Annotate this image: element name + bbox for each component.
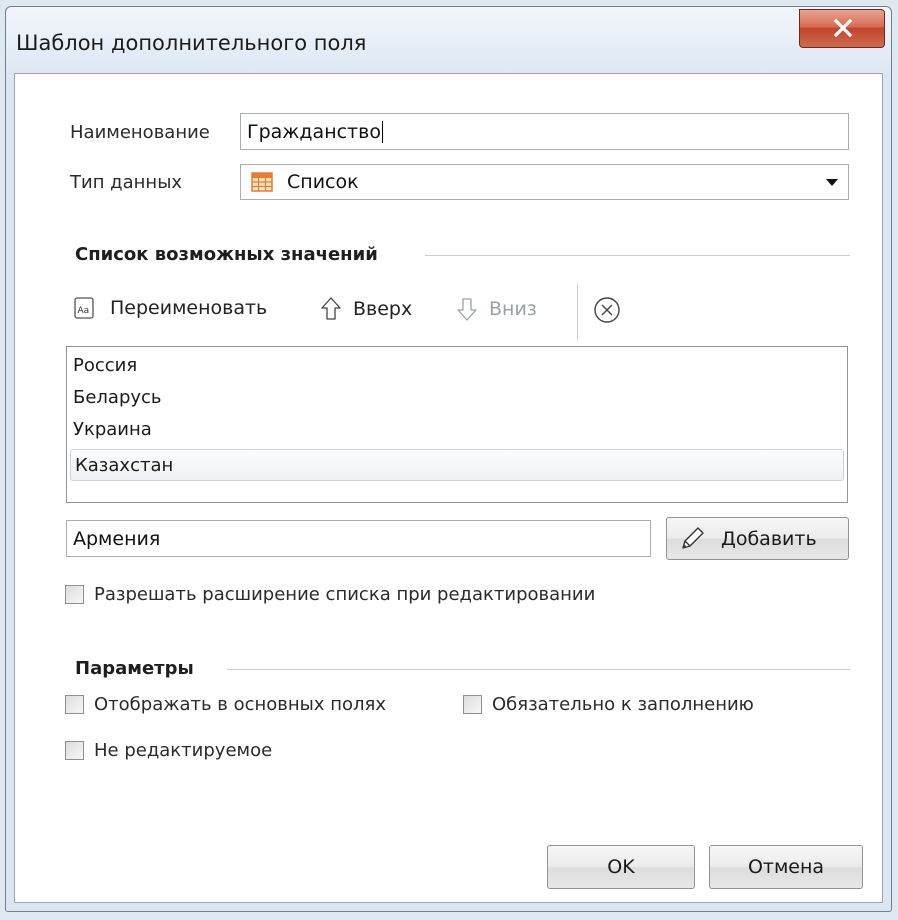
list-item[interactable]: Украина (73, 419, 152, 440)
list-item[interactable]: Беларусь (73, 387, 162, 408)
readonly-label: Не редактируемое (94, 740, 273, 761)
dialog-content: Наименование Гражданство Тип данных Спис… (14, 73, 883, 903)
close-x-icon (833, 19, 853, 37)
params-section-title: Параметры (75, 658, 194, 679)
grid-list-icon (251, 172, 273, 192)
allow-extend-checkbox[interactable] (65, 585, 84, 604)
ok-button-label: OK (607, 856, 635, 878)
type-dropdown-value: Список (287, 171, 359, 193)
name-label: Наименование (70, 122, 210, 143)
new-value-input[interactable]: Армения (66, 520, 651, 557)
params-divider (227, 669, 850, 670)
arrow-down-icon (457, 298, 477, 321)
dropdown-arrow-icon (826, 179, 838, 186)
new-value-text: Армения (73, 527, 161, 550)
move-down-button[interactable]: Вниз (457, 297, 537, 321)
show-in-main-label: Отображать в основных полях (94, 694, 387, 715)
arrow-up-icon (321, 297, 341, 320)
rename-label: Переименовать (110, 297, 268, 319)
window-title: Шаблон дополнительного поля (16, 31, 367, 55)
list-item-selected-label: Казахстан (75, 454, 174, 476)
svg-text:Aa: Aa (78, 306, 90, 316)
required-label: Обязательно к заполнению (492, 694, 754, 715)
show-in-main-checkbox[interactable] (65, 695, 84, 714)
values-listbox[interactable]: Россия Беларусь Украина Казахстан (66, 346, 848, 503)
add-button[interactable]: Добавить (666, 517, 849, 560)
add-button-label: Добавить (721, 527, 817, 550)
move-up-button[interactable]: Вверх (321, 297, 412, 321)
dialog-window: Шаблон дополнительного поля Наименование… (5, 6, 892, 912)
readonly-checkbox[interactable] (65, 741, 84, 760)
type-dropdown[interactable]: Список (240, 164, 849, 200)
cancel-button[interactable]: Отмена (709, 845, 863, 889)
values-section-title: Список возможных значений (75, 244, 378, 265)
required-row[interactable]: Обязательно к заполнению (463, 694, 754, 715)
section-divider (425, 255, 850, 256)
move-up-label: Вверх (353, 298, 413, 320)
pencil-icon (682, 526, 704, 549)
name-input-value: Гражданство (247, 120, 381, 143)
list-item-selected[interactable]: Казахстан (70, 449, 844, 481)
required-checkbox[interactable] (463, 695, 482, 714)
readonly-row[interactable]: Не редактируемое (65, 740, 272, 761)
toolbar-separator (577, 284, 578, 340)
cancel-button-label: Отмена (747, 856, 825, 878)
ok-button[interactable]: OK (547, 845, 695, 889)
allow-extend-label: Разрешать расширение списка при редактир… (94, 584, 596, 605)
title-bar[interactable]: Шаблон дополнительного поля (6, 7, 891, 73)
rename-button[interactable]: Aa Переименовать (74, 297, 267, 319)
show-in-main-row[interactable]: Отображать в основных полях (65, 694, 386, 715)
allow-extend-row[interactable]: Разрешать расширение списка при редактир… (65, 584, 595, 605)
delete-circle-x-icon (594, 297, 620, 323)
type-label: Тип данных (70, 172, 183, 193)
rename-icon: Aa (74, 297, 94, 319)
text-caret (381, 120, 383, 143)
close-button[interactable] (799, 9, 885, 48)
move-down-label: Вниз (489, 298, 537, 320)
list-item[interactable]: Россия (73, 355, 137, 376)
delete-button[interactable] (593, 296, 621, 328)
name-input[interactable]: Гражданство (240, 113, 849, 150)
